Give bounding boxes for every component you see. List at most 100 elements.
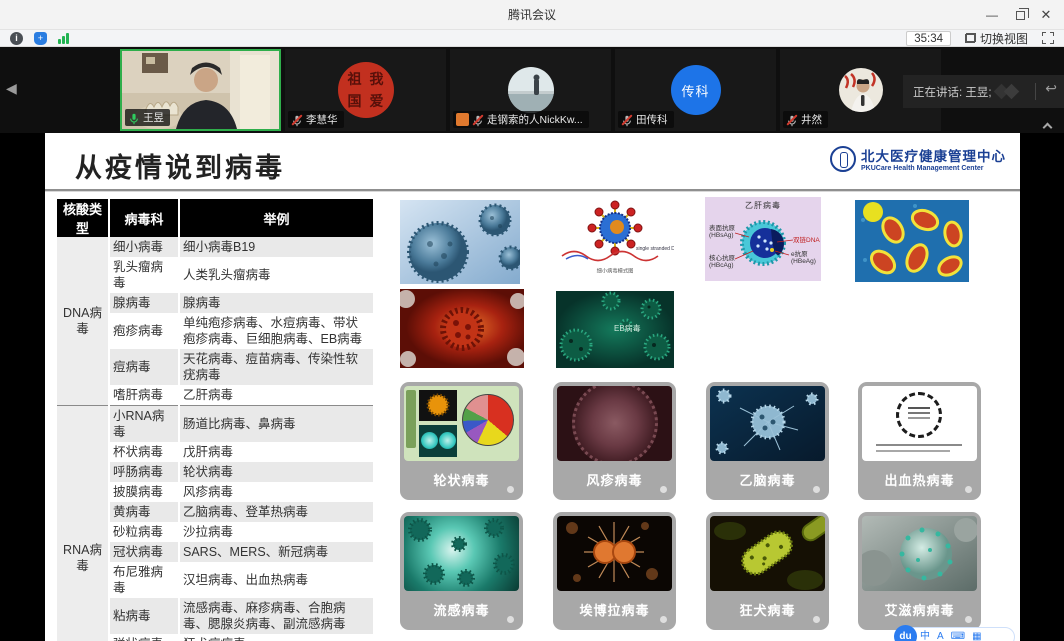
collapse-strip-chevron-icon[interactable] bbox=[1042, 122, 1054, 130]
meeting-watermark-icon bbox=[994, 84, 1028, 99]
examples-cell: 轮状病毒 bbox=[179, 462, 373, 482]
shield-icon[interactable]: + bbox=[34, 32, 47, 45]
pie-chart bbox=[462, 394, 514, 446]
examples-cell: 戊肝病毒 bbox=[179, 442, 373, 462]
presentation-slide: 从疫情说到病毒 北大医疗健康管理中心 PKUCare Health Manage… bbox=[45, 133, 1020, 641]
switch-view-icon bbox=[965, 33, 976, 43]
family-cell: 小RNA病毒 bbox=[109, 406, 179, 443]
family-cell: 弹状病毒 bbox=[109, 634, 179, 641]
photo-avatar bbox=[839, 68, 883, 112]
participant-name: 井然 bbox=[801, 112, 822, 127]
video-tile-lihuihua[interactable]: 祖 我 国 爱 李慧华 bbox=[285, 49, 446, 131]
je-virus-image bbox=[710, 386, 825, 461]
back-arrow-icon[interactable]: ↩ bbox=[1045, 80, 1057, 97]
hemorrhagic-diagram-image bbox=[862, 386, 977, 461]
window-titlebar: 腾讯会议 — ✕ bbox=[0, 0, 1064, 30]
rabies-image bbox=[710, 516, 825, 591]
carousel-left-arrow[interactable]: ◀ bbox=[6, 80, 17, 97]
switch-view-button[interactable]: 切换视图 bbox=[965, 30, 1028, 47]
network-signal-icon[interactable] bbox=[58, 32, 71, 45]
card-label: 风疹病毒 bbox=[557, 470, 672, 489]
participant-name: 李慧华 bbox=[306, 112, 338, 127]
shared-screen-area: 从疫情说到病毒 北大医疗健康管理中心 PKUCare Health Manage… bbox=[0, 133, 1064, 641]
rubella-image bbox=[557, 386, 672, 461]
restore-button[interactable] bbox=[1006, 0, 1034, 30]
figure-parvovirus-diagram: single stranded DNA bbox=[556, 200, 674, 264]
card-dot bbox=[660, 616, 667, 623]
hbv-e-antigen-label: e抗原(HBeAg) bbox=[791, 251, 816, 265]
header-examples: 举例 bbox=[179, 199, 373, 237]
card-dot bbox=[507, 486, 514, 493]
mic-muted-icon bbox=[621, 114, 633, 126]
video-tile-nick[interactable]: 走钢索的人NickKw... bbox=[450, 49, 611, 131]
figure-eb-virus: EB病毒 bbox=[556, 291, 674, 368]
influenza-image bbox=[404, 516, 519, 591]
card-dot bbox=[507, 616, 514, 623]
family-cell: 呼肠病毒 bbox=[109, 462, 179, 482]
tencent-meeting-window: 腾讯会议 — ✕ i + 35:34 切换视图 ◀ bbox=[0, 0, 1064, 641]
examples-cell: 狂犬病病毒 bbox=[179, 634, 373, 641]
examples-cell: 流感病毒、麻疹病毒、合胞病毒、腮腺炎病毒、副流感病毒 bbox=[179, 598, 373, 634]
virus-classification-table: 核酸类型 病毒科 举例 DNA病毒细小病毒细小病毒B19乳头瘤病毒人类乳头瘤病毒… bbox=[57, 199, 373, 641]
ime-letter-icon[interactable]: A bbox=[937, 628, 944, 641]
examples-cell: 单纯疱疹病毒、水痘病毒、带状疱疹病毒、巨细胞病毒、EB病毒 bbox=[179, 313, 373, 349]
card-label: 埃博拉病毒 bbox=[557, 600, 672, 619]
nucleic-type-cell: DNA病毒 bbox=[57, 237, 109, 406]
virus-card-je: 乙脑病毒 bbox=[706, 382, 829, 500]
info-icon[interactable]: i bbox=[10, 32, 23, 45]
card-dot bbox=[965, 616, 972, 623]
participant-name-pill: 走钢索的人NickKw... bbox=[453, 111, 589, 128]
ime-keyboard-icon[interactable]: ⌨ bbox=[951, 628, 965, 641]
baidu-ime-toolbar[interactable]: du 中 A ⌨ ▦ bbox=[895, 627, 1015, 641]
minimize-button[interactable]: — bbox=[978, 0, 1006, 30]
mic-on-icon bbox=[128, 112, 140, 124]
family-cell: 杯状病毒 bbox=[109, 442, 179, 462]
mic-muted-icon bbox=[472, 114, 484, 126]
virus-card-hemorrhagic: 出血热病毒 bbox=[858, 382, 981, 500]
family-cell: 黄病毒 bbox=[109, 502, 179, 522]
figure-blue-virus bbox=[400, 200, 520, 284]
virus-card-rotavirus: 轮状病毒 bbox=[400, 382, 523, 500]
examples-cell: 肠道比病毒、鼻病毒 bbox=[179, 406, 373, 443]
virus-table-body: DNA病毒细小病毒细小病毒B19乳头瘤病毒人类乳头瘤病毒腺病毒腺病毒疱疹病毒单纯… bbox=[57, 237, 373, 641]
header-nucleic-type: 核酸类型 bbox=[57, 199, 109, 237]
family-cell: 粘病毒 bbox=[109, 598, 179, 634]
title-divider bbox=[45, 189, 1020, 192]
examples-cell: 腺病毒 bbox=[179, 293, 373, 313]
slide-title: 从疫情说到病毒 bbox=[75, 146, 285, 185]
active-speaker-bar: 正在讲话: 王昱; ↩ bbox=[903, 75, 1064, 108]
mic-muted-icon bbox=[291, 114, 303, 126]
family-cell: 痘病毒 bbox=[109, 349, 179, 385]
baidu-ime-logo[interactable]: du bbox=[894, 625, 917, 641]
video-strip: ◀ bbox=[0, 47, 1064, 133]
fullscreen-button[interactable] bbox=[1042, 32, 1054, 44]
hbv-dna-label: 双链DNA bbox=[793, 237, 820, 244]
switch-view-label: 切换视图 bbox=[980, 30, 1028, 47]
card-dot bbox=[813, 486, 820, 493]
table-row: DNA病毒细小病毒细小病毒B19 bbox=[57, 237, 373, 257]
card-dot bbox=[660, 486, 667, 493]
rotavirus-image bbox=[404, 386, 519, 461]
hbv-core-label: 核心抗原(HBcAg) bbox=[709, 255, 735, 269]
participant-name: 田传科 bbox=[636, 112, 668, 127]
ime-menu-icon[interactable]: ▦ bbox=[972, 628, 981, 641]
virus-card-rabies: 狂犬病毒 bbox=[706, 512, 829, 630]
restore-icon bbox=[1016, 11, 1025, 20]
card-label: 乙脑病毒 bbox=[710, 470, 825, 489]
card-label: 狂犬病毒 bbox=[710, 600, 825, 619]
examples-cell: 乙脑病毒、登革热病毒 bbox=[179, 502, 373, 522]
pku-care-logo-icon bbox=[830, 146, 856, 172]
initials-avatar: 传科 bbox=[671, 65, 721, 115]
parvo-dna-label: single stranded DNA bbox=[636, 246, 674, 252]
family-cell: 嗜肝病毒 bbox=[109, 385, 179, 406]
virus-card-ebola: 埃博拉病毒 bbox=[553, 512, 676, 630]
video-tile-wangyu[interactable]: 王昱 bbox=[120, 49, 281, 131]
logo-text-cn: 北大医疗健康管理中心 bbox=[861, 145, 1006, 165]
nucleic-type-cell: RNA病毒 bbox=[57, 406, 109, 641]
video-tile-tianchuanke[interactable]: 传科 田传科 bbox=[615, 49, 776, 131]
family-cell: 细小病毒 bbox=[109, 237, 179, 257]
card-label: 轮状病毒 bbox=[404, 470, 519, 489]
close-button[interactable]: ✕ bbox=[1032, 0, 1060, 30]
ime-mode-icon[interactable]: 中 bbox=[920, 628, 930, 641]
meeting-timer: 35:34 bbox=[906, 31, 951, 46]
